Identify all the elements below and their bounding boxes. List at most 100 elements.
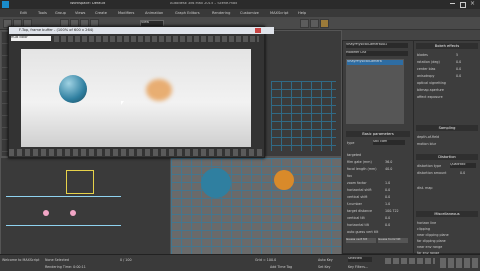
distortion-type-dropdown[interactable]: Quadratic bbox=[450, 163, 476, 168]
workspace-tab[interactable]: Workspace: Default bbox=[70, 2, 130, 7]
type-dropdown[interactable]: Still cam bbox=[373, 140, 405, 145]
render-frame-icon[interactable] bbox=[310, 19, 319, 28]
frame-buffer-title: F-Top, frame buffer - (100% of 600 x 264… bbox=[9, 27, 274, 34]
menu-maxscript[interactable]: MAXScript bbox=[270, 11, 288, 15]
rendered-teal-sphere bbox=[59, 75, 87, 103]
auto-key-button[interactable]: Auto Key bbox=[318, 258, 333, 262]
close-icon[interactable]: × bbox=[470, 1, 475, 7]
frame-buffer-window: F-Top, frame buffer - (100% of 600 x 264… bbox=[8, 26, 274, 158]
set-key-button[interactable]: Set Key bbox=[318, 265, 330, 269]
camera-viewport[interactable] bbox=[170, 157, 342, 256]
bitmap-aperture-check[interactable]: bitmap aperture bbox=[417, 88, 444, 92]
rollout-basic-parameters[interactable]: Basic parameters bbox=[346, 131, 410, 137]
distortion-amount-label: distortion amount bbox=[417, 171, 447, 175]
light-gizmo-icon[interactable] bbox=[66, 170, 94, 194]
selected-dropdown[interactable]: Selected bbox=[348, 257, 372, 262]
param-fnumber-value[interactable]: 1.0 bbox=[385, 202, 390, 206]
menu-customize[interactable]: Customize bbox=[240, 11, 259, 15]
guess-vert-button[interactable]: Guess vert tilt bbox=[346, 238, 376, 243]
rendered-orange-sphere bbox=[146, 79, 172, 101]
maxscript-listener[interactable]: Welcome to MAXScript bbox=[2, 258, 39, 262]
right-panel: Bokeh effects blades 5 rotation (deg) 0.… bbox=[413, 40, 480, 255]
dof-check[interactable]: depth-of-field bbox=[417, 135, 439, 139]
menu-animation[interactable]: Animation bbox=[145, 11, 163, 15]
affect-exposure-check[interactable]: affect exposure bbox=[417, 95, 443, 99]
param-targeted: targeted bbox=[347, 153, 362, 157]
type-label: type bbox=[347, 141, 355, 145]
channel-dropdown[interactable]: RGB color bbox=[11, 36, 51, 41]
minimize-icon[interactable] bbox=[450, 3, 455, 4]
motion-blur-check[interactable]: motion blur bbox=[417, 142, 436, 146]
guess-horiz-button[interactable]: Guess horiz tilt bbox=[378, 238, 408, 243]
bokeh-center-bias: center bias bbox=[417, 67, 436, 71]
object-name-field[interactable]: VRayPhysicalCamera001 bbox=[346, 43, 408, 48]
param-zoom: zoom factor bbox=[347, 181, 367, 185]
menu-group[interactable]: Group bbox=[55, 11, 66, 15]
time-slider-value[interactable]: 0 / 100 bbox=[120, 258, 132, 262]
menu-rendering[interactable]: Rendering bbox=[212, 11, 230, 15]
menu-views[interactable]: Views bbox=[75, 11, 85, 15]
render-icon[interactable] bbox=[320, 19, 329, 28]
stack-item[interactable]: VRayPhysicalCamera bbox=[347, 60, 403, 65]
param-vtilt-value[interactable]: 0.0 bbox=[385, 216, 390, 220]
camera-cone-icon[interactable] bbox=[6, 196, 121, 226]
far-clip-check[interactable]: far clipping plane bbox=[417, 239, 446, 243]
pink-sphere[interactable] bbox=[43, 210, 49, 216]
param-focal-length-value[interactable]: 40.0 bbox=[385, 167, 392, 171]
add-time-tag-button[interactable]: Add Time Tag bbox=[270, 265, 292, 269]
param-hshift-value[interactable]: 0.0 bbox=[385, 188, 390, 192]
maximize-icon[interactable] bbox=[460, 2, 466, 8]
bottom-left-viewport[interactable] bbox=[0, 157, 172, 256]
bokeh-blades: blades bbox=[417, 53, 428, 57]
clipping-check[interactable]: clipping bbox=[417, 227, 430, 231]
pink-sphere-2[interactable] bbox=[70, 210, 76, 216]
menu-help[interactable]: Help bbox=[298, 11, 306, 15]
param-vshift-value[interactable]: 0.0 bbox=[385, 195, 390, 199]
menu-edit[interactable]: Edit bbox=[20, 11, 27, 15]
rollout-sampling[interactable]: Sampling bbox=[416, 125, 478, 131]
render-setup-icon[interactable] bbox=[300, 19, 309, 28]
optical-vignetting-check[interactable]: optical vignetting bbox=[417, 81, 446, 85]
param-zoom-value[interactable]: 1.0 bbox=[385, 181, 390, 185]
menu-bar: Edit Tools Group Views Create Modifiers … bbox=[0, 9, 480, 17]
param-target-distance-value[interactable]: 100.722 bbox=[385, 209, 399, 213]
param-fnumber: f-number bbox=[347, 202, 363, 206]
param-hshift: horizontal shift bbox=[347, 188, 372, 192]
menu-create[interactable]: Create bbox=[95, 11, 107, 15]
bokeh-rotation: rotation (deg) bbox=[417, 60, 440, 64]
render-time: Rendering Time: 0:00:11 bbox=[45, 265, 86, 269]
param-vshift: vertical shift bbox=[347, 195, 368, 199]
key-filters-button[interactable]: Key Filters... bbox=[348, 265, 368, 269]
near-clip-check[interactable]: near clipping plane bbox=[417, 233, 449, 237]
param-film-gate-value[interactable]: 36.0 bbox=[385, 160, 392, 164]
viewport-nav-controls[interactable] bbox=[440, 258, 478, 268]
horizon-line-check[interactable]: horizon line bbox=[417, 221, 436, 225]
frame-buffer-toolbar bbox=[54, 36, 259, 42]
bokeh-center-bias-value[interactable]: 0.0 bbox=[456, 67, 461, 71]
near-env-check[interactable]: near env range bbox=[417, 245, 442, 249]
bokeh-anisotropy-value[interactable]: 0.0 bbox=[456, 74, 461, 78]
rollout-bokeh[interactable]: Bokeh effects bbox=[416, 43, 478, 49]
frame-buffer-close-icon[interactable] bbox=[255, 28, 261, 33]
title-bar: Workspace: Default Autodesk 3ds Max 2015… bbox=[0, 0, 480, 9]
dist-map-button[interactable]: dist. map bbox=[417, 186, 432, 190]
teal-sphere[interactable] bbox=[201, 168, 231, 198]
frame-buffer-bottom-toolbar bbox=[9, 149, 264, 156]
param-htilt-value[interactable]: 0.0 bbox=[385, 223, 390, 227]
rollout-misc[interactable]: Miscellaneous bbox=[416, 211, 478, 217]
menu-tools[interactable]: Tools bbox=[38, 11, 47, 15]
bokeh-blades-value[interactable]: 5 bbox=[456, 53, 458, 57]
modifier-list-dropdown[interactable]: Modifier List bbox=[346, 51, 408, 56]
grid-size: Grid = 100.0 bbox=[255, 258, 277, 262]
param-fov: fov bbox=[347, 174, 353, 178]
param-auto-guess[interactable]: auto guess vert tilt bbox=[347, 230, 378, 234]
menu-graph-editors[interactable]: Graph Editors bbox=[175, 11, 200, 15]
app-logo-icon[interactable] bbox=[2, 1, 9, 8]
playback-controls[interactable] bbox=[385, 258, 435, 264]
distortion-amount-value[interactable]: 0.0 bbox=[460, 171, 465, 175]
menu-modifiers[interactable]: Modifiers bbox=[118, 11, 134, 15]
distortion-type-label: distortion type bbox=[417, 164, 442, 168]
rollout-distortion[interactable]: Distortion bbox=[416, 154, 478, 160]
orange-sphere[interactable] bbox=[274, 170, 294, 190]
bokeh-rotation-value[interactable]: 0.0 bbox=[456, 60, 461, 64]
